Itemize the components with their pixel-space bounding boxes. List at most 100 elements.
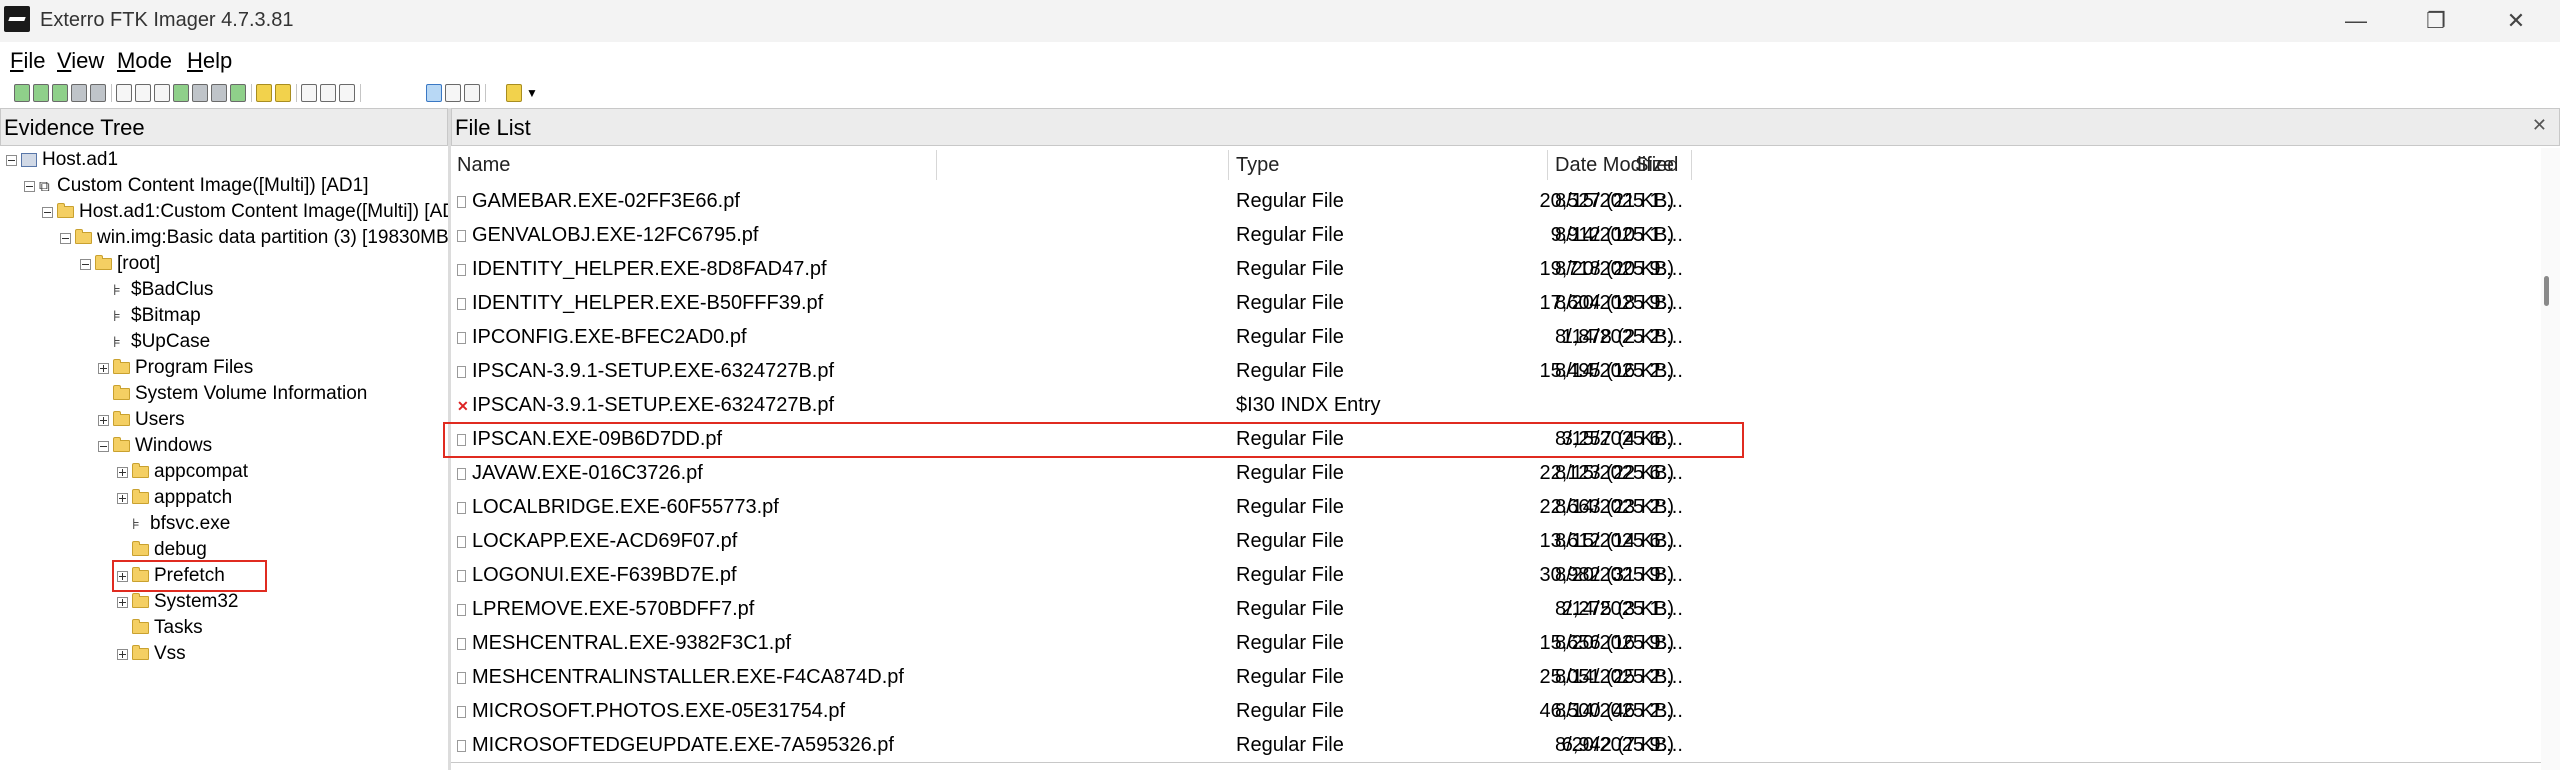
file-date: 8/14/2025 2:... [1555,700,1683,722]
file-row[interactable]: LOCALBRIDGE.EXE-60F55773.pf 22,663 (23 KB… [451,490,2151,524]
collapse-icon[interactable] [24,181,35,192]
tree-item-debug[interactable]: debug [117,538,207,562]
hex-view-icon[interactable] [464,84,480,102]
tree-item-appcompat[interactable]: appcompat [117,460,248,484]
file-date: 8/20/2025 9:... [1555,734,1683,756]
export-logical-image-icon[interactable] [154,84,170,102]
tree-item-custom-content-image[interactable]: ⧉ Custom Content Image([Multi]) [AD1] [24,174,369,198]
expand-icon[interactable] [98,415,109,426]
file-row[interactable]: IPCONFIG.EXE-BFEC2AD0.pf 1,878 (2 KB) Regu… [451,320,2151,354]
menu-view[interactable]: View [57,48,104,74]
file-row[interactable]: LPREMOVE.EXE-570BDFF7.pf 2,275 (3 KB) Regu… [451,592,2151,626]
collapse-icon[interactable] [42,207,53,218]
expand-icon[interactable] [117,493,128,504]
tree-item-windows[interactable]: Windows [98,434,212,458]
file-icon [457,468,466,480]
folder-icon [113,437,130,452]
tree-item-bfsvc-exe[interactable]: ⊧ bfsvc.exe [117,512,230,536]
tree-item-system-volume-information[interactable]: System Volume Information [98,382,367,406]
column-header-name[interactable]: Name [457,148,510,182]
file-date: 8/20/2025 9:... [1555,632,1683,654]
folder-icon [57,203,74,218]
file-row[interactable]: IPSCAN-3.9.1-SETUP.EXE-6324727B.pf 15,495… [451,354,2151,388]
remove-evidence-icon[interactable] [71,84,87,102]
tree-item-win-img[interactable]: win.img:Basic data partition (3) [19830M… [60,226,448,250]
menu-file[interactable]: File [10,48,45,74]
file-row[interactable]: MICROSOFT.PHOTOS.EXE-05E31754.pf 46,500 (… [451,694,2151,728]
tree-item-badclus[interactable]: ⊧ $BadClus [98,278,213,302]
minimize-button[interactable]: — [2316,0,2396,42]
system-file-icon: ⊧ [132,516,140,533]
expand-icon[interactable] [117,649,128,660]
obtain-protected-files-icon[interactable] [275,84,291,102]
tree-item-host-ad1[interactable]: Host.ad1 [6,148,118,172]
file-type: Regular File [1236,734,1344,756]
tree-item-apppatch[interactable]: apppatch [117,486,232,510]
export-disk-image-icon[interactable] [135,84,151,102]
collapse-icon[interactable] [80,259,91,270]
dropdown-arrow-icon[interactable]: ▼ [526,86,538,100]
file-row[interactable]: GAMEBAR.EXE-02FF3E66.pf 20,527 (21 KB) Reg… [451,184,2151,218]
verify-drive-image-icon[interactable] [230,84,246,102]
expand-icon[interactable] [117,467,128,478]
text-view-icon[interactable] [445,84,461,102]
add-all-attached-devices-icon[interactable] [33,84,49,102]
file-row[interactable]: IDENTITY_HELPER.EXE-8D8FAD47.pf 19,718 (2… [451,252,2151,286]
collapse-icon[interactable] [60,233,71,244]
file-row[interactable]: MESHCENTRALINSTALLER.EXE-F4CA874D.pf 25,0… [451,660,2151,694]
folder-icon [113,359,130,374]
file-row[interactable]: IDENTITY_HELPER.EXE-B50FFF39.pf 17,604 (1… [451,286,2151,320]
menu-help[interactable]: Help [187,48,232,74]
create-custom-content-image-icon[interactable] [192,84,208,102]
export-directory-listing-icon[interactable] [339,84,355,102]
file-row[interactable]: MESHCENTRAL.EXE-9382F3C1.pf 15,656 (16 KB… [451,626,2151,660]
file-type: $I30 INDX Entry [1236,394,1381,416]
expand-icon[interactable] [117,597,128,608]
restore-button[interactable]: ❐ [2396,0,2476,42]
export-file-hash-list-icon[interactable] [320,84,336,102]
collapse-icon[interactable] [6,155,17,166]
folder-icon [132,541,149,556]
capture-memory-icon[interactable] [256,84,272,102]
column-header-type[interactable]: Type [1236,148,1279,182]
file-row[interactable]: MICROSOFTEDGEUPDATE.EXE-7A595326.pf 6,942… [451,728,2151,762]
collapse-icon[interactable] [98,441,109,452]
file-row[interactable]: JAVAW.EXE-016C3726.pf 22,123 (22 KB) Regul… [451,456,2151,490]
tree-item-host-custom-content[interactable]: Host.ad1:Custom Content Image([Multi]) [… [42,200,448,224]
file-type: Regular File [1236,326,1344,348]
tree-item-bitmap[interactable]: ⊧ $Bitmap [98,304,201,328]
tree-item-users[interactable]: Users [98,408,185,432]
decrypt-ad1-image-icon[interactable] [211,84,227,102]
file-type: Regular File [1236,224,1344,246]
auto-view-icon[interactable] [426,84,442,102]
file-type: Regular File [1236,530,1344,552]
file-row[interactable]: LOGONUI.EXE-F639BD7E.pf 30,982 (31 KB) Reg… [451,558,2151,592]
deleted-file-icon: ✕ [457,398,469,414]
system-file-icon: ⊧ [113,308,121,325]
file-row[interactable]: GENVALOBJ.EXE-12FC6795.pf 9,912 (10 KB) Re… [451,218,2151,252]
create-disk-image-icon[interactable] [116,84,132,102]
close-pane-icon[interactable]: ✕ [2532,115,2547,136]
file-list-header: File List ✕ [451,108,2560,146]
export-files-icon[interactable] [301,84,317,102]
add-evidence-icon[interactable] [14,84,30,102]
expand-icon[interactable] [98,363,109,374]
tree-item-upcase[interactable]: ⊧ $UpCase [98,330,210,354]
column-header-date-modified[interactable]: Date Modified [1555,148,1678,182]
tree-item-tasks[interactable]: Tasks [117,616,203,640]
scrollbar-thumb[interactable] [2544,276,2549,306]
tree-item-vss[interactable]: Vss [117,642,186,666]
vertical-scrollbar[interactable] [2541,148,2560,770]
add-to-custom-content-icon[interactable] [173,84,189,102]
menu-mode[interactable]: Mode [117,48,172,74]
help-icon[interactable] [506,84,522,102]
close-button[interactable]: ✕ [2476,0,2556,42]
remove-all-evidence-icon[interactable] [90,84,106,102]
file-row[interactable]: LOCKAPP.EXE-ACD69F07.pf 13,612 (14 KB) Reg… [451,524,2151,558]
tree-item-root[interactable]: [root] [80,252,160,276]
tree-item-system32[interactable]: System32 [117,590,238,614]
image-mounting-icon[interactable] [52,84,68,102]
toolbar: ▼ [0,80,2560,108]
file-row-deleted[interactable]: ✕ IPSCAN-3.9.1-SETUP.EXE-6324727B.pf $I30 … [451,388,2151,422]
tree-item-program-files[interactable]: Program Files [98,356,253,380]
